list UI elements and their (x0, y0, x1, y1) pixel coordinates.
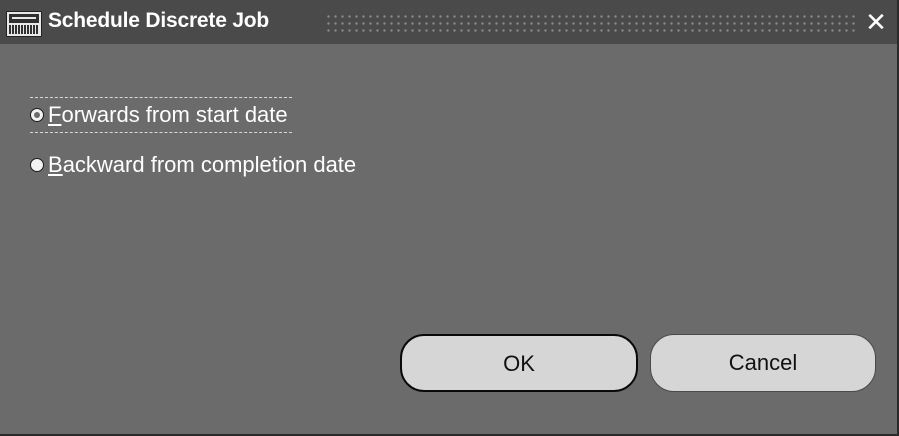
radio-label-backward: Backward from completion date (48, 152, 356, 178)
radio-button-selected[interactable] (30, 108, 44, 122)
window-title: Schedule Discrete Job (48, 9, 270, 32)
radio-label-forwards: Forwards from start date (48, 102, 288, 128)
dialog-body: Forwards from start date Backward from c… (0, 44, 897, 434)
radio-forwards-from-start-date[interactable]: Forwards from start date (30, 97, 292, 133)
radio-backward-from-completion-date[interactable]: Backward from completion date (30, 148, 356, 182)
radio-button-unselected[interactable] (30, 158, 44, 172)
cancel-button[interactable]: Cancel (650, 334, 876, 392)
close-icon[interactable]: ✕ (861, 7, 891, 37)
schedule-discrete-job-dialog: Schedule Discrete Job ✕ Forwards from st… (0, 0, 899, 436)
oracle-applications-icon (6, 11, 42, 37)
ok-button[interactable]: OK (400, 334, 638, 392)
title-bar-texture (325, 13, 855, 33)
radio-label-backward-rest: ackward from completion date (62, 152, 357, 177)
title-bar[interactable]: Schedule Discrete Job ✕ (0, 0, 897, 44)
mnemonic-b: B (48, 152, 63, 177)
radio-label-forwards-rest: orwards from start date (61, 102, 288, 127)
mnemonic-f: F (48, 102, 62, 127)
